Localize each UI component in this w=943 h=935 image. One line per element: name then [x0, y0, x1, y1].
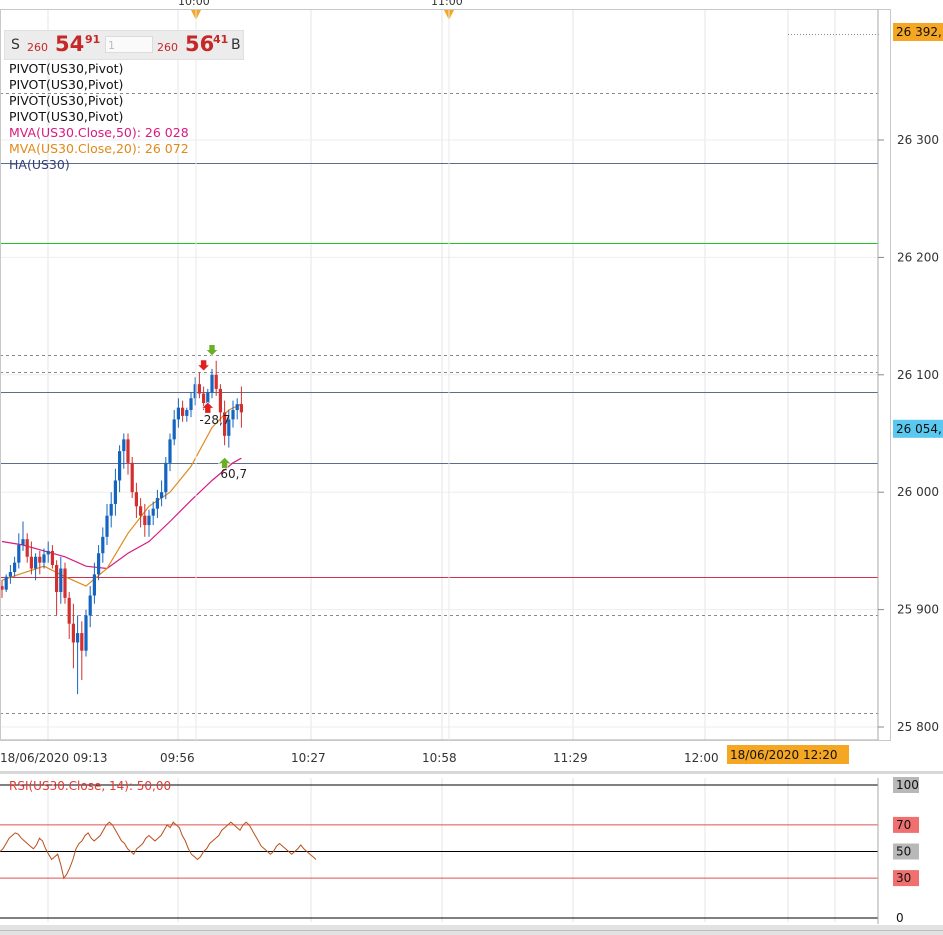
trade-pnl-label: -28,7	[199, 413, 230, 427]
price-tick-label: 25 900	[897, 603, 939, 617]
indicator-pivot-4[interactable]: PIVOT(US30,Pivot)	[9, 109, 189, 125]
candle-body	[80, 633, 84, 651]
candle-body	[197, 384, 201, 394]
candle-body	[122, 439, 126, 452]
rsi-indicator-label[interactable]: RSI(US30.Close, 14): 50,00	[9, 779, 171, 793]
rsi-tick-label: 70	[896, 818, 911, 832]
buy-price-prefix[interactable]: 260	[157, 41, 178, 54]
rsi-tick-label: 100	[896, 778, 919, 792]
candle-body	[206, 392, 210, 403]
candle-body	[8, 572, 12, 577]
candle-body	[147, 515, 151, 526]
candle-body	[164, 462, 168, 493]
candle-body	[151, 508, 155, 516]
sell-price-big[interactable]: 54	[55, 32, 84, 56]
candle-body	[59, 568, 63, 592]
price-tick-label: 26 100	[897, 368, 939, 382]
candle-body	[13, 562, 17, 573]
session-marker-label: 11:00	[431, 0, 463, 8]
indicator-legend: PIVOT(US30,Pivot) PIVOT(US30,Pivot) PIVO…	[9, 61, 189, 173]
trade-pnl-label: 60,7	[220, 467, 247, 481]
sell-price-prefix[interactable]: 260	[27, 41, 48, 54]
candle-body	[17, 545, 21, 563]
cursor-date-label: 18/06/2020 12:20	[730, 748, 838, 762]
candle-body	[155, 498, 159, 509]
rsi-tick-label: 50	[896, 845, 911, 859]
candle-body	[34, 556, 38, 569]
time-tick-label: 10:58	[422, 751, 457, 765]
candle-body	[231, 410, 235, 420]
candle-body	[25, 539, 29, 557]
price-tick-label: 25 800	[897, 720, 939, 734]
session-marker-label: 10:00	[178, 0, 210, 8]
candle-body	[160, 492, 164, 499]
candle-body	[92, 574, 96, 596]
indicator-mva20[interactable]: MVA(US30.Close,20): 26 072	[9, 141, 189, 157]
sell-label[interactable]: S	[11, 37, 20, 53]
indicator-pivot-2[interactable]: PIVOT(US30,Pivot)	[9, 77, 189, 93]
price-tick-label: 26 200	[897, 250, 939, 264]
candle-body	[63, 568, 67, 598]
top-price-label: 26 392,	[896, 25, 942, 39]
candle-body	[105, 515, 109, 537]
candle-body	[55, 564, 59, 592]
time-tick-label: 18/06/2020 09:13	[0, 751, 108, 765]
indicator-mva50[interactable]: MVA(US30.Close,50): 26 028	[9, 125, 189, 141]
candle-body	[29, 556, 33, 569]
candle-body	[139, 506, 143, 516]
candle-body	[42, 554, 46, 563]
rsi-tick-label: 0	[896, 911, 904, 925]
candle-body	[185, 410, 189, 416]
price-tick-label: 26 000	[897, 485, 939, 499]
candle-body	[97, 553, 101, 575]
candle-body	[21, 539, 25, 546]
candle-body	[202, 393, 206, 403]
candle-body	[101, 536, 105, 554]
candle-body	[76, 633, 80, 643]
candle-body	[46, 550, 50, 555]
candle-body	[218, 388, 222, 413]
candle-body	[235, 404, 239, 411]
candle-body	[168, 439, 172, 463]
candle-body	[189, 398, 193, 411]
candle-body	[130, 462, 134, 493]
price-tick-label: 26 300	[897, 133, 939, 147]
time-tick-label: 09:56	[160, 751, 195, 765]
time-tick-label: 11:29	[553, 751, 588, 765]
quote-widget[interactable]: S 260 54 91 1 260 56 41 B	[4, 30, 244, 60]
candle-body	[143, 515, 147, 526]
candle-body	[176, 407, 180, 420]
candle-body	[71, 623, 75, 643]
candle-body	[239, 404, 243, 413]
indicator-heikin-ashi[interactable]: HA(US30)	[9, 157, 189, 173]
panel-separator	[0, 771, 943, 774]
buy-label[interactable]: B	[231, 37, 241, 53]
indicator-pivot-3[interactable]: PIVOT(US30,Pivot)	[9, 93, 189, 109]
indicator-pivot-1[interactable]: PIVOT(US30,Pivot)	[9, 61, 189, 77]
candle-body	[38, 556, 42, 563]
candle-body	[113, 480, 117, 504]
sell-price-sup[interactable]: 91	[85, 33, 100, 46]
rsi-tick-label: 30	[896, 871, 911, 885]
candle-body	[181, 407, 185, 416]
candle-body	[214, 374, 218, 389]
candle-body	[109, 503, 113, 516]
candle-body	[67, 597, 71, 624]
candle-body	[4, 576, 8, 590]
candle-body	[88, 595, 92, 616]
candle-body	[210, 374, 214, 393]
candle-body	[172, 419, 176, 440]
candle-body	[84, 615, 88, 651]
time-tick-label: 12:00	[684, 751, 719, 765]
candle-body	[126, 439, 130, 463]
candle-body	[134, 492, 138, 507]
candle-body	[50, 550, 54, 565]
buy-price-big[interactable]: 56	[185, 32, 214, 56]
quantity-input[interactable]: 1	[105, 36, 153, 53]
bottom-border	[0, 930, 943, 931]
last-price-label: 26 054,	[896, 422, 942, 436]
buy-price-sup[interactable]: 41	[213, 33, 228, 46]
time-tick-label: 10:27	[291, 751, 326, 765]
candle-body	[118, 451, 122, 481]
